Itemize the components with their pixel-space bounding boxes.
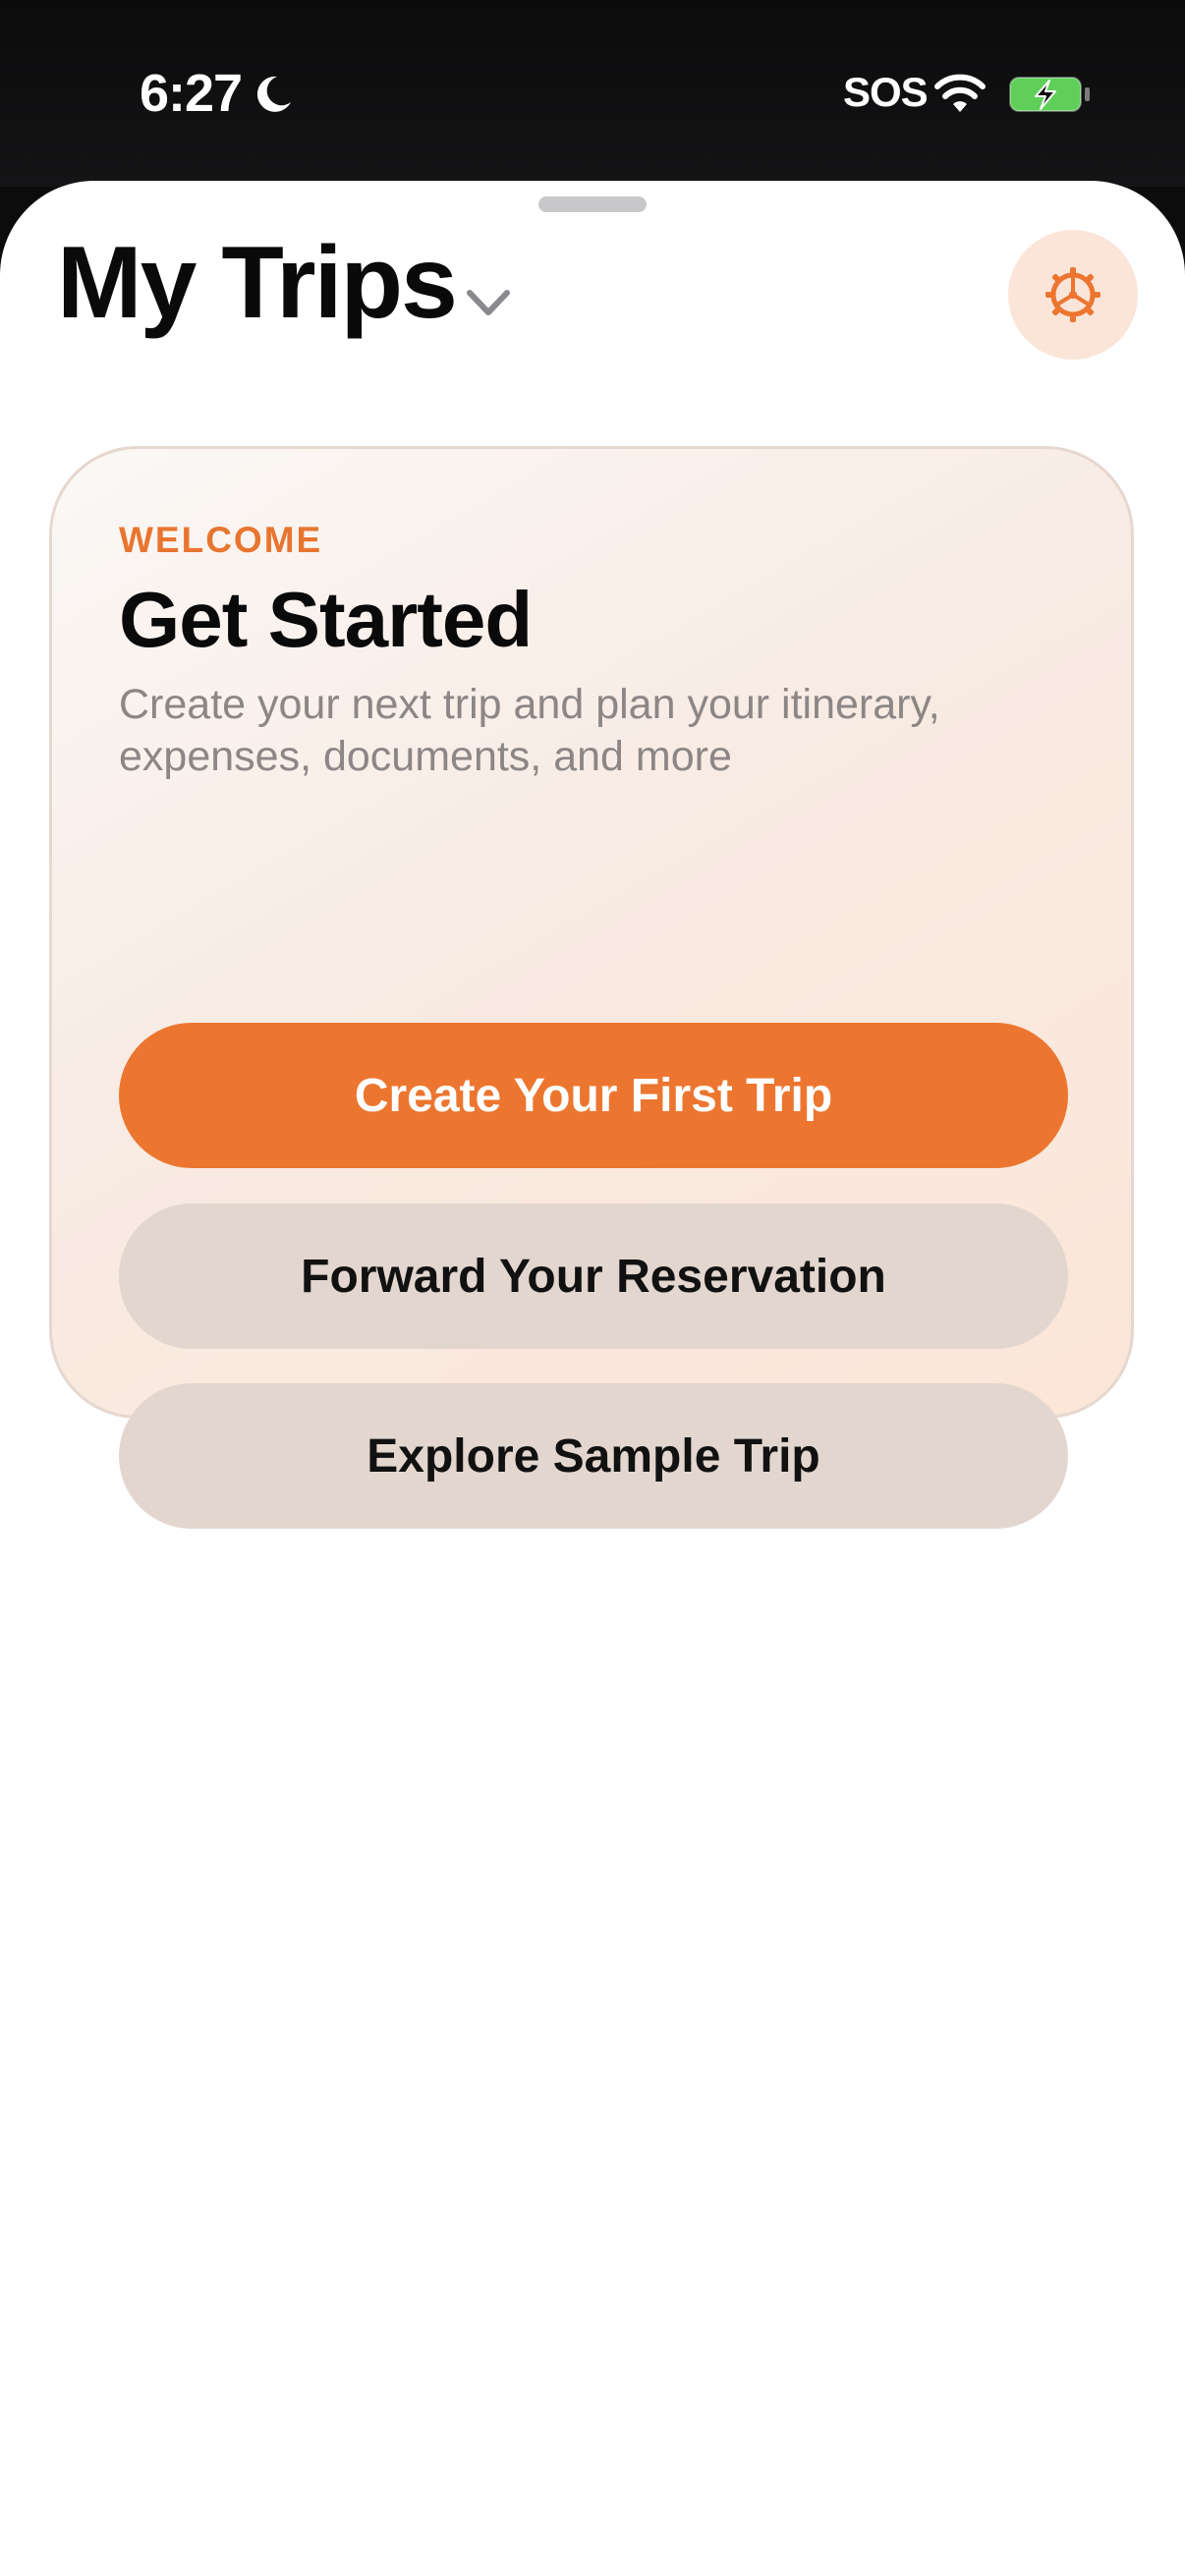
card-description: Create your next trip and plan your itin… <box>119 681 940 780</box>
welcome-card: WELCOME Get Started Create your next tri… <box>49 446 1134 1529</box>
sos-indicator: SOS <box>843 69 929 115</box>
status-time: 6:27 <box>140 64 243 123</box>
card-title: Get Started <box>119 576 533 663</box>
forward-reservation-button[interactable]: Forward Your Reservation <box>119 1204 1068 1349</box>
create-first-trip-button[interactable]: Create Your First Trip <box>119 1023 1068 1168</box>
explore-sample-trip-button[interactable]: Explore Sample Trip <box>119 1383 1068 1529</box>
wifi-icon <box>934 74 986 112</box>
settings-button[interactable] <box>1008 230 1138 360</box>
page-title[interactable]: My Trips <box>57 232 458 334</box>
status-bar: 6:27 SOS <box>0 0 1185 187</box>
trips-sheet: My Trips WELCOME Get Started Create your… <box>0 181 1185 2576</box>
chevron-down-icon[interactable] <box>464 285 513 320</box>
battery-charging-icon <box>1009 77 1090 112</box>
sheet-grabber[interactable] <box>538 196 647 212</box>
gear-icon <box>1045 267 1100 322</box>
moon-icon <box>256 76 291 112</box>
welcome-eyebrow: WELCOME <box>119 520 323 560</box>
